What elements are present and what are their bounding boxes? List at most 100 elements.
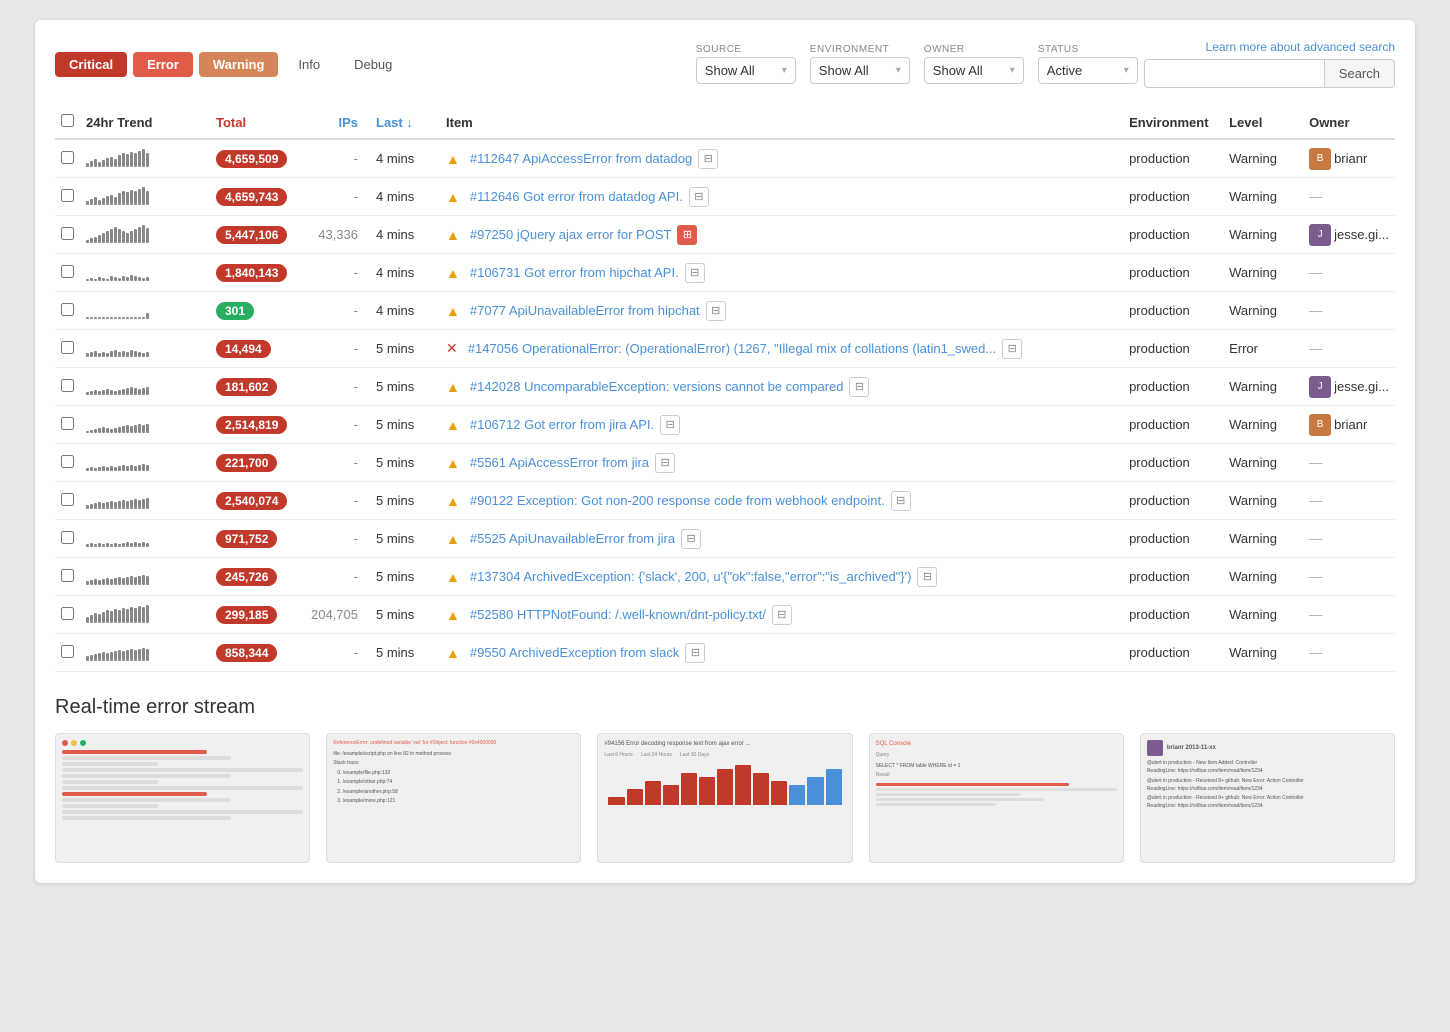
- item-link[interactable]: #5561 ApiAccessError from jira: [470, 455, 649, 470]
- trend-bar-segment: [106, 610, 109, 623]
- environment-filter: ENVIRONMENT Show All ▾: [810, 44, 910, 84]
- trend-bar-segment: [126, 501, 129, 509]
- row-last: 5 mins: [370, 558, 440, 596]
- trend-bar-segment: [138, 189, 141, 205]
- row-checkbox[interactable]: [61, 189, 74, 202]
- debug-button[interactable]: Debug: [340, 52, 406, 77]
- assign-icon[interactable]: ⊟: [1002, 339, 1022, 359]
- assign-icon[interactable]: ⊟: [655, 453, 675, 473]
- critical-button[interactable]: Critical: [55, 52, 127, 77]
- error-button[interactable]: Error: [133, 52, 193, 77]
- assign-icon[interactable]: ⊟: [698, 149, 718, 169]
- assign-icon[interactable]: ⊞: [677, 225, 697, 245]
- stream-thumb-3[interactable]: #94156 Error decoding response text from…: [597, 733, 852, 863]
- trend-bar-segment: [126, 542, 129, 547]
- total-badge: 5,447,106: [216, 226, 287, 244]
- item-link[interactable]: #106731 Got error from hipchat API.: [470, 265, 679, 280]
- warning-icon: ▲: [446, 569, 460, 585]
- environment-select[interactable]: Show All ▾: [810, 57, 910, 84]
- item-link[interactable]: #97250 jQuery ajax error for POST: [470, 227, 672, 242]
- row-checkbox[interactable]: [61, 493, 74, 506]
- trend-bar-segment: [110, 317, 113, 319]
- item-link[interactable]: #112646 Got error from datadog API.: [470, 189, 683, 204]
- row-trend: [80, 596, 210, 634]
- row-last: 5 mins: [370, 634, 440, 672]
- info-button[interactable]: Info: [284, 52, 334, 77]
- trend-bar-segment: [126, 466, 129, 471]
- trend-bar-segment: [90, 504, 93, 509]
- status-select[interactable]: Active ▾: [1038, 57, 1138, 84]
- row-trend: [80, 444, 210, 482]
- row-item: ▲ #112647 ApiAccessError from datadog ⊟: [440, 139, 1123, 178]
- item-link[interactable]: #90122 Exception: Got non-200 response c…: [470, 493, 885, 508]
- owner-name: brianr: [1334, 417, 1367, 432]
- assign-icon[interactable]: ⊟: [685, 263, 705, 283]
- trend-bar-segment: [90, 467, 93, 471]
- trend-bar-segment: [122, 500, 125, 509]
- trend-bar-segment: [90, 352, 93, 357]
- row-total: 971,752: [210, 520, 300, 558]
- assign-icon[interactable]: ⊟: [681, 529, 701, 549]
- trend-bar-segment: [102, 427, 105, 433]
- assign-icon[interactable]: ⊟: [849, 377, 869, 397]
- trend-bar-segment: [130, 500, 133, 509]
- trend-bar-segment: [142, 648, 145, 661]
- stream-thumb-1[interactable]: [55, 733, 310, 863]
- row-checkbox[interactable]: [61, 151, 74, 164]
- owner-select[interactable]: Show All ▾: [924, 57, 1024, 84]
- stream-thumb-2[interactable]: ReferenceError: undefined variable 'var'…: [326, 733, 581, 863]
- stream-thumb-4[interactable]: SQL Console Query SELECT * FROM table WH…: [869, 733, 1124, 863]
- item-link[interactable]: #7077 ApiUnavailableError from hipchat: [470, 303, 700, 318]
- row-checkbox[interactable]: [61, 455, 74, 468]
- item-link[interactable]: #147056 OperationalError: (OperationalEr…: [468, 341, 997, 356]
- row-checkbox[interactable]: [61, 265, 74, 278]
- assign-icon[interactable]: ⊟: [706, 301, 726, 321]
- row-checkbox[interactable]: [61, 379, 74, 392]
- row-checkbox[interactable]: [61, 645, 74, 658]
- item-link[interactable]: #112647 ApiAccessError from datadog: [470, 151, 692, 166]
- item-link[interactable]: #5525 ApiUnavailableError from jira: [470, 531, 675, 546]
- trend-bar-segment: [114, 159, 117, 167]
- row-checkbox-cell: [55, 406, 80, 444]
- row-checkbox-cell: [55, 520, 80, 558]
- trend-bar-segment: [122, 191, 125, 205]
- item-link[interactable]: #142028 UncomparableException: versions …: [470, 379, 844, 394]
- search-button[interactable]: Search: [1324, 59, 1395, 88]
- row-checkbox[interactable]: [61, 303, 74, 316]
- trend-bar-segment: [90, 615, 93, 623]
- item-link[interactable]: #9550 ArchivedException from slack: [470, 645, 680, 660]
- assign-icon[interactable]: ⊟: [772, 605, 792, 625]
- assign-icon[interactable]: ⊟: [689, 187, 709, 207]
- owner-select-value: Show All: [933, 63, 983, 78]
- row-checkbox[interactable]: [61, 227, 74, 240]
- stream-section: Real-time error stream: [55, 696, 1395, 863]
- advanced-search-link[interactable]: Learn more about advanced search: [1206, 40, 1395, 54]
- row-checkbox[interactable]: [61, 607, 74, 620]
- trend-bar-segment: [146, 424, 149, 433]
- assign-icon[interactable]: ⊟: [917, 567, 937, 587]
- warning-button[interactable]: Warning: [199, 52, 279, 77]
- source-select[interactable]: Show All ▾: [696, 57, 796, 84]
- row-item: ▲ #9550 ArchivedException from slack ⊟: [440, 634, 1123, 672]
- stream-thumb-5[interactable]: brianr 2013-11-xx @alert in production -…: [1140, 733, 1395, 863]
- row-item: ▲ #5525 ApiUnavailableError from jira ⊟: [440, 520, 1123, 558]
- assign-icon[interactable]: ⊟: [685, 643, 705, 663]
- item-link[interactable]: #137304 ArchivedException: {'slack', 200…: [470, 569, 912, 584]
- row-checkbox[interactable]: [61, 417, 74, 430]
- row-checkbox[interactable]: [61, 569, 74, 582]
- status-select-value: Active: [1047, 63, 1082, 78]
- assign-icon[interactable]: ⊟: [891, 491, 911, 511]
- row-checkbox[interactable]: [61, 531, 74, 544]
- chart-bar: [608, 797, 624, 805]
- dot-yellow: [71, 740, 77, 746]
- trend-bar-segment: [102, 652, 105, 661]
- select-all-checkbox[interactable]: [61, 114, 74, 127]
- trend-bar: [86, 451, 149, 471]
- row-ips: -: [300, 558, 370, 596]
- assign-icon[interactable]: ⊟: [660, 415, 680, 435]
- item-link[interactable]: #106712 Got error from jira API.: [470, 417, 654, 432]
- item-link[interactable]: #52580 HTTPNotFound: /.well-known/dnt-po…: [470, 607, 766, 622]
- row-checkbox[interactable]: [61, 341, 74, 354]
- chart-bar: [753, 773, 769, 805]
- search-input[interactable]: [1144, 59, 1324, 88]
